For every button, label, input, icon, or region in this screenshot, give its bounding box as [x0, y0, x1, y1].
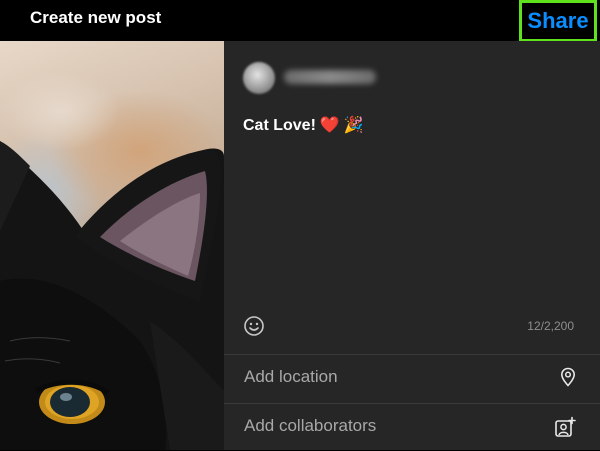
post-details-panel: Cat Love! ❤️ 🎉 12/2,200 Add location Add c… [224, 41, 600, 450]
top-bar: Create new post Share [0, 0, 600, 42]
username-blurred [284, 70, 376, 84]
post-photo [0, 41, 224, 450]
smiley-icon [244, 316, 264, 336]
page-title: Create new post [30, 8, 162, 27]
add-user-tag-icon [555, 416, 576, 437]
add-collaborators-row[interactable]: Add collaborators [224, 403, 600, 451]
caption-input[interactable]: Cat Love! ❤️ 🎉 [243, 115, 364, 135]
character-counter: 12/2,200 [527, 319, 574, 333]
location-pin-icon [560, 367, 576, 387]
avatar [243, 62, 275, 94]
emoji-picker-button[interactable] [243, 315, 265, 337]
caption-text: Cat Love! [243, 117, 316, 134]
share-button[interactable]: Share [519, 0, 597, 42]
add-collaborators-label: Add collaborators [244, 416, 377, 435]
party-popper-emoji: 🎉 [343, 117, 364, 134]
add-location-row[interactable]: Add location [224, 354, 600, 402]
cat-illustration [0, 141, 224, 450]
add-location-label: Add location [244, 367, 338, 386]
heart-emoji: ❤️ [319, 117, 340, 134]
